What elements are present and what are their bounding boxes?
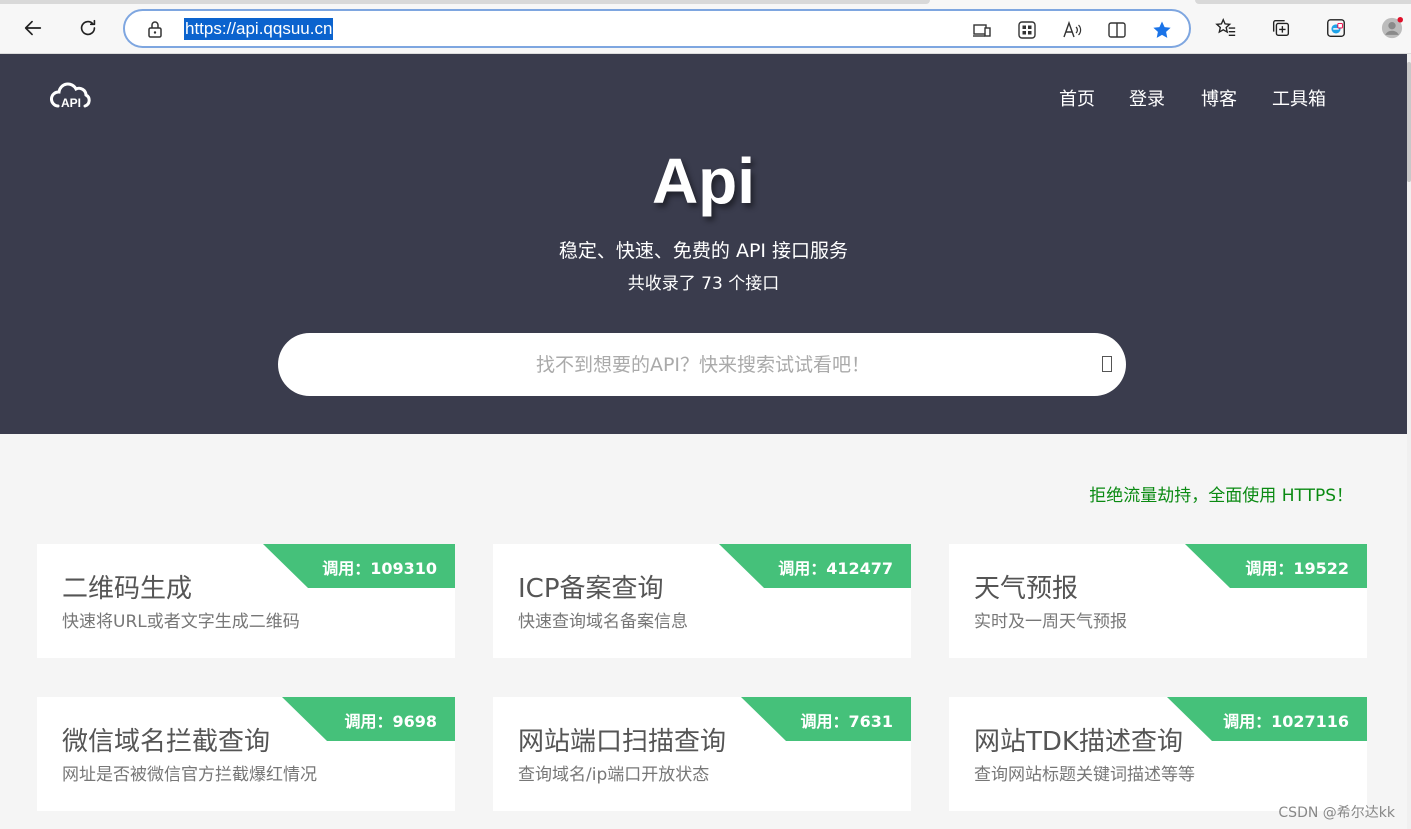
logo-text: API xyxy=(61,96,81,110)
nav-login[interactable]: 登录 xyxy=(1129,85,1165,111)
card-desc: 查询域名/ip端口开放状态 xyxy=(518,765,710,785)
favorites-icon[interactable] xyxy=(1210,12,1242,44)
card-desc: 快速将URL或者文字生成二维码 xyxy=(62,612,300,632)
star-icon[interactable] xyxy=(1150,18,1174,42)
calls-count: 调用：7631 xyxy=(800,712,893,731)
calls-count: 调用：9698 xyxy=(344,712,437,731)
browser-toolbar: https://api.qqsuu.cn xyxy=(0,0,1411,54)
back-icon[interactable] xyxy=(17,12,49,44)
card-title[interactable]: 微信域名拦截查询 xyxy=(62,721,270,758)
search-box[interactable] xyxy=(278,333,1126,396)
nav-blog[interactable]: 博客 xyxy=(1201,85,1237,111)
refresh-icon[interactable] xyxy=(72,12,104,44)
profile-icon[interactable] xyxy=(1376,12,1408,44)
card-desc: 快速查询域名备案信息 xyxy=(518,612,688,632)
api-card-wechat-domain[interactable]: 调用：9698 微信域名拦截查询 网址是否被微信官方拦截爆红情况 xyxy=(37,697,455,811)
calls-count: 调用：1027116 xyxy=(1223,712,1349,731)
tab-strip-right xyxy=(1195,0,1411,4)
calls-count: 调用：109310 xyxy=(322,559,437,578)
search-input[interactable] xyxy=(308,333,1098,396)
edge-icon[interactable] xyxy=(1320,12,1352,44)
scrollbar-thumb[interactable] xyxy=(1407,62,1411,182)
collections-icon[interactable] xyxy=(1265,12,1297,44)
search-icon[interactable] xyxy=(1102,356,1112,372)
api-card-qrcode[interactable]: 调用：109310 二维码生成 快速将URL或者文字生成二维码 xyxy=(37,544,455,658)
api-card-icp[interactable]: 调用：412477 ICP备案查询 快速查询域名备案信息 xyxy=(493,544,911,658)
card-title[interactable]: 网站TDK描述查询 xyxy=(974,721,1183,758)
api-card-port-scan[interactable]: 调用：7631 网站端口扫描查询 查询域名/ip端口开放状态 xyxy=(493,697,911,811)
api-card-weather[interactable]: 调用：19522 天气预报 实时及一周天气预报 xyxy=(949,544,1367,658)
nav-home[interactable]: 首页 xyxy=(1059,85,1095,111)
card-desc: 网址是否被微信官方拦截爆红情况 xyxy=(62,765,317,785)
calls-count: 调用：412477 xyxy=(778,559,893,578)
calls-badge: 调用：19522 xyxy=(1185,544,1367,588)
url-text[interactable]: https://api.qqsuu.cn xyxy=(184,18,334,40)
calls-count: 调用：19522 xyxy=(1245,559,1349,578)
split-screen-icon[interactable] xyxy=(1105,18,1129,42)
csdn-watermark: CSDN @希尔达kk xyxy=(1278,805,1395,821)
https-notice: 拒绝流量劫持，全面使用 HTTPS！ xyxy=(1089,486,1353,506)
card-title[interactable]: ICP备案查询 xyxy=(518,568,664,605)
calls-badge: 调用：1027116 xyxy=(1167,697,1367,741)
address-bar[interactable]: https://api.qqsuu.cn xyxy=(123,9,1191,48)
calls-badge: 调用：412477 xyxy=(719,544,911,588)
calls-badge: 调用：9698 xyxy=(282,697,455,741)
card-title[interactable]: 二维码生成 xyxy=(62,568,192,605)
calls-badge: 调用：109310 xyxy=(263,544,455,588)
card-title[interactable]: 网站端口扫描查询 xyxy=(518,721,726,758)
hero-banner: API 首页 登录 博客 工具箱 Api 稳定、快速、免费的 API 接口服务 … xyxy=(0,54,1407,434)
page-scrollbar[interactable] xyxy=(1407,54,1411,829)
read-aloud-icon[interactable] xyxy=(1060,18,1084,42)
device-icon[interactable] xyxy=(970,18,994,42)
apps-icon[interactable] xyxy=(1015,18,1039,42)
card-desc: 查询网站标题关键词描述等等 xyxy=(974,765,1195,785)
card-desc: 实时及一周天气预报 xyxy=(974,612,1127,632)
card-title[interactable]: 天气预报 xyxy=(974,568,1078,605)
api-count: 共收录了 73 个接口 xyxy=(627,274,780,294)
api-logo-icon[interactable]: API xyxy=(50,80,92,112)
calls-badge: 调用：7631 xyxy=(741,697,911,741)
nav-toolbox[interactable]: 工具箱 xyxy=(1272,85,1326,111)
tab-strip xyxy=(0,0,930,4)
page-subtitle: 稳定、快速、免费的 API 接口服务 xyxy=(558,240,849,262)
page-title: Api xyxy=(651,145,756,217)
api-card-tdk[interactable]: 调用：1027116 网站TDK描述查询 查询网站标题关键词描述等等 xyxy=(949,697,1367,811)
lock-icon[interactable] xyxy=(145,19,165,39)
